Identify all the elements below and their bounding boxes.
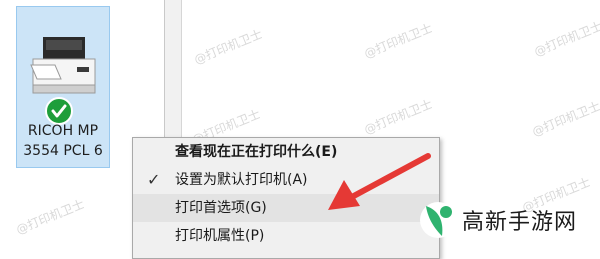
brand-logo-icon bbox=[420, 202, 456, 238]
watermark: @打印机卫士 bbox=[192, 26, 265, 67]
device-name-line2: 3554 PCL 6 bbox=[23, 143, 103, 159]
device-name-line1: RICOH MP bbox=[27, 123, 99, 139]
menu-item-label: 设置为默认打印机(A) bbox=[175, 172, 308, 188]
menu-item-label: 查看现在正在打印什么(E) bbox=[175, 144, 338, 160]
watermark: @打印机卫士 bbox=[530, 98, 600, 139]
watermark: @打印机卫士 bbox=[362, 96, 435, 137]
checkmark-icon: ✓ bbox=[147, 170, 161, 189]
watermark: @打印机卫士 bbox=[362, 20, 435, 61]
printer-device-tile[interactable]: RICOH MP 3554 PCL 6 bbox=[16, 6, 110, 168]
watermark: @打印机卫士 bbox=[532, 18, 600, 59]
watermark: @打印机卫士 bbox=[14, 196, 87, 237]
menu-item-label: 打印机属性(P) bbox=[175, 228, 265, 244]
printer-icon bbox=[30, 37, 96, 94]
brand-text: 高新手游网 bbox=[462, 210, 578, 235]
device-name: RICOH MP 3554 PCL 6 bbox=[17, 121, 109, 161]
menu-item-label: 打印首选项(G) bbox=[175, 200, 267, 216]
menu-item-printer-properties[interactable]: 打印机属性(P) bbox=[133, 222, 439, 250]
